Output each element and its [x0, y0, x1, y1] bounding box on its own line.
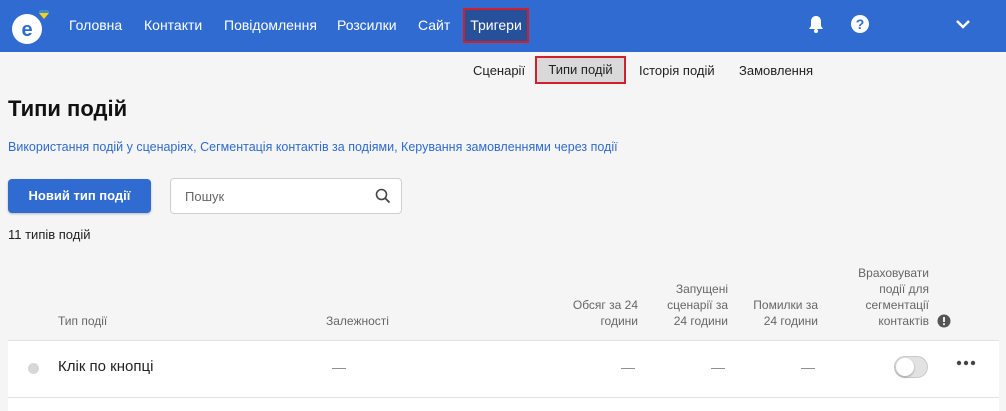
svg-text:e: e: [21, 19, 32, 41]
column-header-volume-line: години: [600, 314, 638, 328]
column-header-errors-line: Помилки за: [753, 298, 818, 312]
nav-item-campaigns[interactable]: Розсилки: [337, 0, 397, 52]
subnav-item-scenarios[interactable]: Сценарії: [473, 56, 525, 86]
nav-item-contacts[interactable]: Контакти: [144, 0, 202, 52]
column-header-scenarios-line: 24 години: [673, 314, 728, 328]
cell-scenarios-24h: —: [711, 359, 725, 375]
nav-item-home[interactable]: Головна: [69, 0, 122, 52]
more-options-icon[interactable]: [954, 357, 978, 369]
event-types-count: 11 типів подій: [8, 227, 91, 242]
segmentation-toggle[interactable]: [894, 356, 928, 378]
event-type-name[interactable]: Клік по кнопці: [58, 358, 153, 375]
search-box: [170, 178, 402, 214]
column-header-errors-line: 24 години: [763, 314, 818, 328]
status-dot: [28, 363, 39, 374]
subnav-item-event-history[interactable]: Історія подій: [639, 56, 715, 86]
subnav-item-event-types-label: Типи подій: [548, 62, 613, 77]
column-header-event-type: Тип події: [58, 314, 108, 328]
search-icon[interactable]: [375, 188, 391, 204]
column-header-volume-24h: Обсяг за 24 години: [558, 297, 638, 329]
cell-volume-24h: —: [621, 359, 635, 375]
column-header-scenarios-line: Запущені: [675, 282, 728, 296]
cell-errors-24h: —: [801, 359, 815, 375]
link-separator: ,: [394, 140, 402, 154]
subnav-item-orders[interactable]: Замовлення: [739, 56, 813, 86]
help-icon[interactable]: ?: [850, 14, 870, 34]
svg-text:?: ?: [856, 16, 865, 32]
column-header-scenarios-line: сценарії за: [667, 298, 728, 312]
page-title: Типи подій: [8, 96, 128, 121]
column-header-segmentation-line: сегментації: [865, 298, 929, 312]
cell-dependencies: —: [332, 359, 346, 375]
column-header-errors-24h: Помилки за 24 години: [738, 297, 818, 329]
new-event-type-button[interactable]: Новий тип події: [8, 179, 151, 213]
search-input[interactable]: [171, 179, 371, 213]
nav-item-triggers-label: Тригери: [470, 17, 522, 33]
column-header-dependencies: Залежності: [326, 314, 389, 328]
column-header-scenarios-24h: Запущені сценарії за 24 години: [648, 281, 728, 329]
column-header-volume-line: Обсяг за 24: [572, 298, 638, 312]
link-orders-via-events[interactable]: Керування замовленнями через події: [401, 140, 618, 154]
column-header-segmentation-line: події для: [879, 282, 929, 296]
column-header-segmentation: Враховувати події для сегментації контак…: [838, 265, 929, 329]
toggle-knob: [896, 358, 914, 376]
subnav-item-event-types[interactable]: Типи подій: [535, 56, 626, 84]
nav-item-triggers[interactable]: Тригери: [463, 8, 529, 43]
help-links: Використання подій у сценаріях, Сегмента…: [8, 140, 618, 154]
esputnik-logo-icon[interactable]: e: [8, 8, 52, 46]
link-segmentation-by-events[interactable]: Сегментація контактів за подіями: [200, 140, 394, 154]
info-icon[interactable]: [937, 314, 951, 328]
nav-item-messages[interactable]: Повідомлення: [224, 0, 317, 52]
column-header-segmentation-line: контактів: [878, 314, 929, 328]
column-header-segmentation-line: Враховувати: [858, 266, 929, 280]
bell-icon[interactable]: [806, 14, 826, 34]
link-events-in-scenarios[interactable]: Використання подій у сценаріях: [8, 140, 193, 154]
nav-item-site[interactable]: Сайт: [418, 0, 450, 52]
table-row[interactable]: [8, 398, 999, 411]
chevron-down-icon[interactable]: [953, 14, 973, 34]
table-row[interactable]: Клік по кнопці — — — —: [8, 340, 999, 398]
top-navigation: e Головна Контакти Повідомлення Розсилки…: [0, 0, 1006, 52]
